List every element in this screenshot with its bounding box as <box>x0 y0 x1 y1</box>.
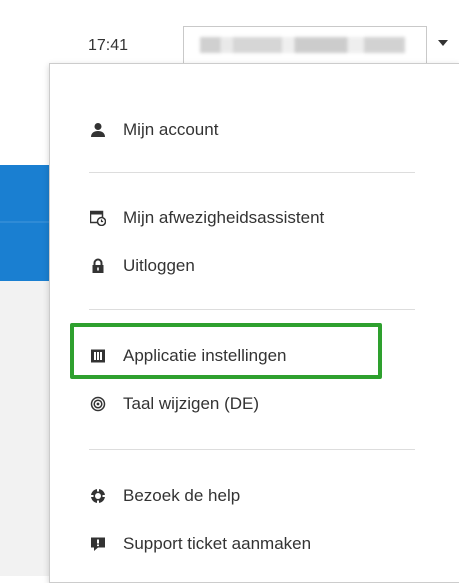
top-bar: 17:41 <box>0 0 459 64</box>
menu-item-support-ticket[interactable]: Support ticket aanmaken <box>90 530 311 558</box>
highlight-box <box>70 323 382 379</box>
menu-item-taal-wijzigen[interactable]: Taal wijzigen (DE) <box>90 390 259 418</box>
menu-item-bezoek-de-help[interactable]: Bezoek de help <box>90 482 240 510</box>
menu-item-label: Mijn afwezigheidsassistent <box>123 208 325 227</box>
user-icon <box>90 122 106 138</box>
menu-separator <box>89 309 415 310</box>
user-name-blurred <box>200 37 405 53</box>
menu-item-label: Uitloggen <box>123 256 195 275</box>
menu-item-label: Bezoek de help <box>123 486 241 505</box>
lock-icon <box>90 258 106 274</box>
menu-item-label: Mijn account <box>123 120 219 139</box>
clock-time: 17:41 <box>88 37 129 54</box>
menu-separator <box>89 172 415 173</box>
help-life-ring-icon <box>90 488 106 504</box>
caret-down-icon[interactable] <box>438 40 448 46</box>
calendar-clock-icon <box>90 210 106 226</box>
menu-item-afwezigheidsassistent[interactable]: Mijn afwezigheidsassistent <box>90 204 324 232</box>
menu-item-mijn-account[interactable]: Mijn account <box>90 116 218 144</box>
menu-item-label: Taal wijzigen (DE) <box>123 394 260 413</box>
user-menu-toggle[interactable] <box>183 26 427 64</box>
menu-separator <box>89 449 415 450</box>
menu-item-uitloggen[interactable]: Uitloggen <box>90 252 195 280</box>
support-ticket-icon <box>90 536 106 552</box>
menu-item-label: Support ticket aanmaken <box>123 534 312 553</box>
target-icon <box>90 396 106 412</box>
